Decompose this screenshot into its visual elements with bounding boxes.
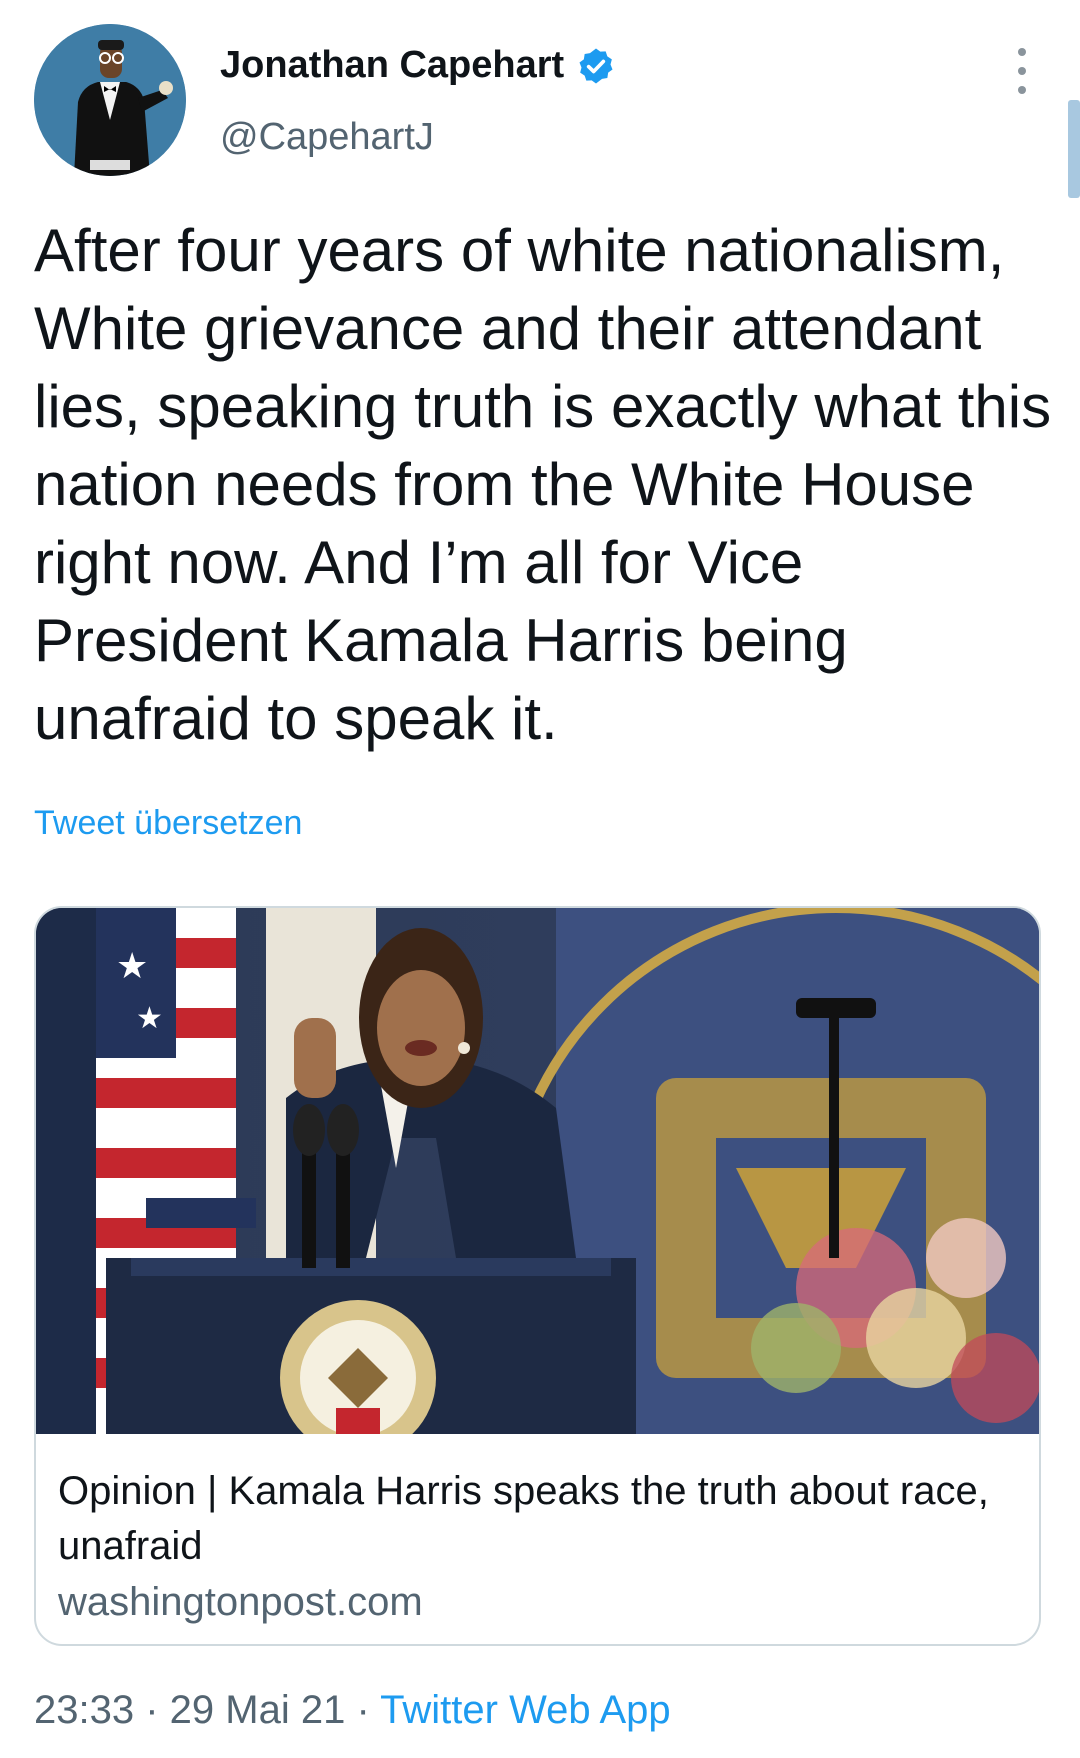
author-name[interactable]: Jonathan Capehart xyxy=(220,44,616,87)
meta-separator-2: · xyxy=(345,1688,381,1732)
tweet-date[interactable]: 29 Mai 21 xyxy=(170,1688,346,1732)
link-card-domain: washingtonpost.com xyxy=(58,1580,423,1624)
avatar[interactable] xyxy=(34,24,186,176)
svg-text:★: ★ xyxy=(116,946,148,987)
tweet-text: After four years of white nationalism, W… xyxy=(34,217,1052,752)
meta-separator: · xyxy=(134,1688,170,1732)
tweet-source[interactable]: Twitter Web App xyxy=(380,1688,671,1732)
author-name-text[interactable]: Jonathan Capehart xyxy=(220,44,564,87)
tweet-header: Jonathan Capehart @CapehartJ xyxy=(0,0,1080,198)
tweet-time[interactable]: 23:33 xyxy=(34,1688,134,1732)
tweet-meta: 23:33 · 29 Mai 21 · Twitter Web App xyxy=(34,1688,671,1733)
verified-badge-icon xyxy=(576,46,616,86)
link-card-image[interactable]: ★ ★ xyxy=(36,908,1041,1434)
link-card[interactable]: ★ ★ Opinion | Kamala Harris speaks the t… xyxy=(34,906,1041,1646)
scrollbar[interactable] xyxy=(1068,100,1080,198)
more-options-icon[interactable] xyxy=(1010,48,1034,94)
link-card-title[interactable]: Opinion | Kamala Harris speaks the truth… xyxy=(58,1464,1018,1574)
author-handle[interactable]: @CapehartJ xyxy=(220,116,434,159)
translate-tweet-link[interactable]: Tweet übersetzen xyxy=(34,804,302,843)
svg-text:★: ★ xyxy=(136,1001,163,1036)
